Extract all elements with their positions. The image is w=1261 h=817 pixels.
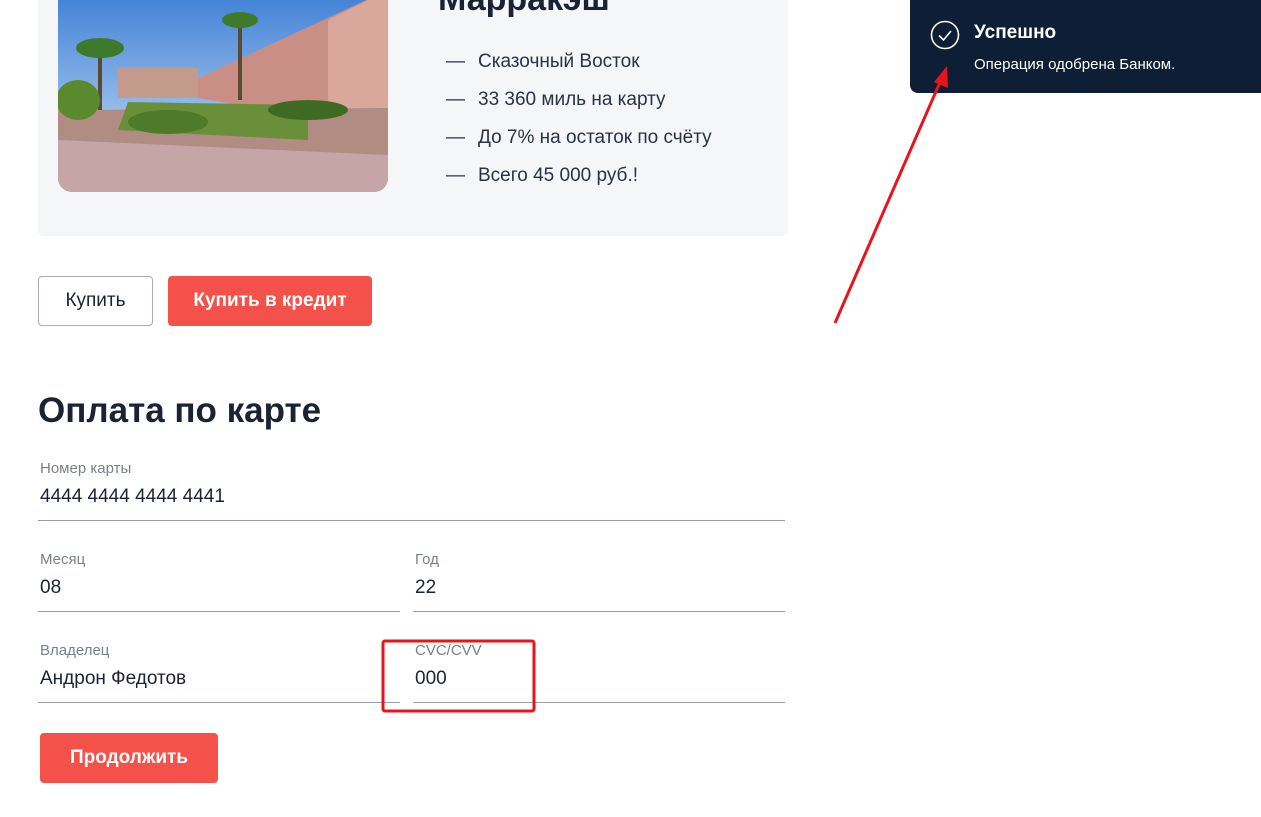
- annotation-arrow: [833, 79, 943, 324]
- feature-item: — 33 360 миль на карту: [446, 88, 712, 126]
- offer-photo: [58, 0, 388, 192]
- year-input[interactable]: 22: [415, 577, 436, 599]
- year-label: Год: [415, 551, 439, 568]
- success-notification: Успешно Операция одобрена Банком.: [910, 0, 1261, 93]
- owner-input[interactable]: Андрон Федотов: [40, 668, 186, 690]
- feature-item: — До 7% на остаток по счёту: [446, 126, 712, 164]
- month-input[interactable]: 08: [40, 577, 61, 599]
- feature-item: — Всего 45 000 руб.!: [446, 164, 712, 202]
- owner-field[interactable]: Владелец Андрон Федотов: [38, 642, 400, 703]
- month-field[interactable]: Месяц 08: [38, 551, 400, 612]
- month-label: Месяц: [40, 551, 86, 568]
- dash: —: [446, 51, 465, 72]
- notification-message: Операция одобрена Банком.: [974, 56, 1176, 73]
- feature-text: Всего 45 000 руб.!: [478, 165, 638, 186]
- feature-item: — Сказочный Восток: [446, 50, 712, 88]
- payment-title: Оплата по карте: [38, 391, 322, 430]
- city-title: Марракэш: [438, 0, 610, 16]
- dash: —: [446, 165, 465, 186]
- owner-label: Владелец: [40, 642, 110, 659]
- card-number-label: Номер карты: [40, 460, 132, 477]
- cvc-field[interactable]: CVC/CVV 000: [413, 642, 785, 703]
- buy-button[interactable]: Купить: [38, 276, 153, 326]
- check-circle-icon: [930, 20, 960, 50]
- feature-text: Сказочный Восток: [478, 51, 640, 72]
- card-number-input[interactable]: 4444 4444 4444 4441: [40, 486, 225, 508]
- feature-list: — Сказочный Восток —33 360 миль на карту …: [446, 50, 712, 202]
- continue-button[interactable]: Продолжить: [40, 733, 218, 783]
- year-field[interactable]: Год 22: [413, 551, 785, 612]
- feature-text: До 7% на остаток по счёту: [478, 127, 712, 148]
- buy-credit-button[interactable]: Купить в кредит: [168, 276, 372, 326]
- dash: —: [446, 127, 465, 148]
- cvc-input[interactable]: 000: [415, 668, 447, 690]
- feature-text: 33 360 миль на карту: [478, 89, 666, 110]
- cvc-label: CVC/CVV: [415, 642, 482, 659]
- notification-title: Успешно: [974, 22, 1057, 43]
- dash: —: [446, 89, 465, 110]
- card-number-field[interactable]: Номер карты 4444 4444 4444 4441: [38, 460, 785, 521]
